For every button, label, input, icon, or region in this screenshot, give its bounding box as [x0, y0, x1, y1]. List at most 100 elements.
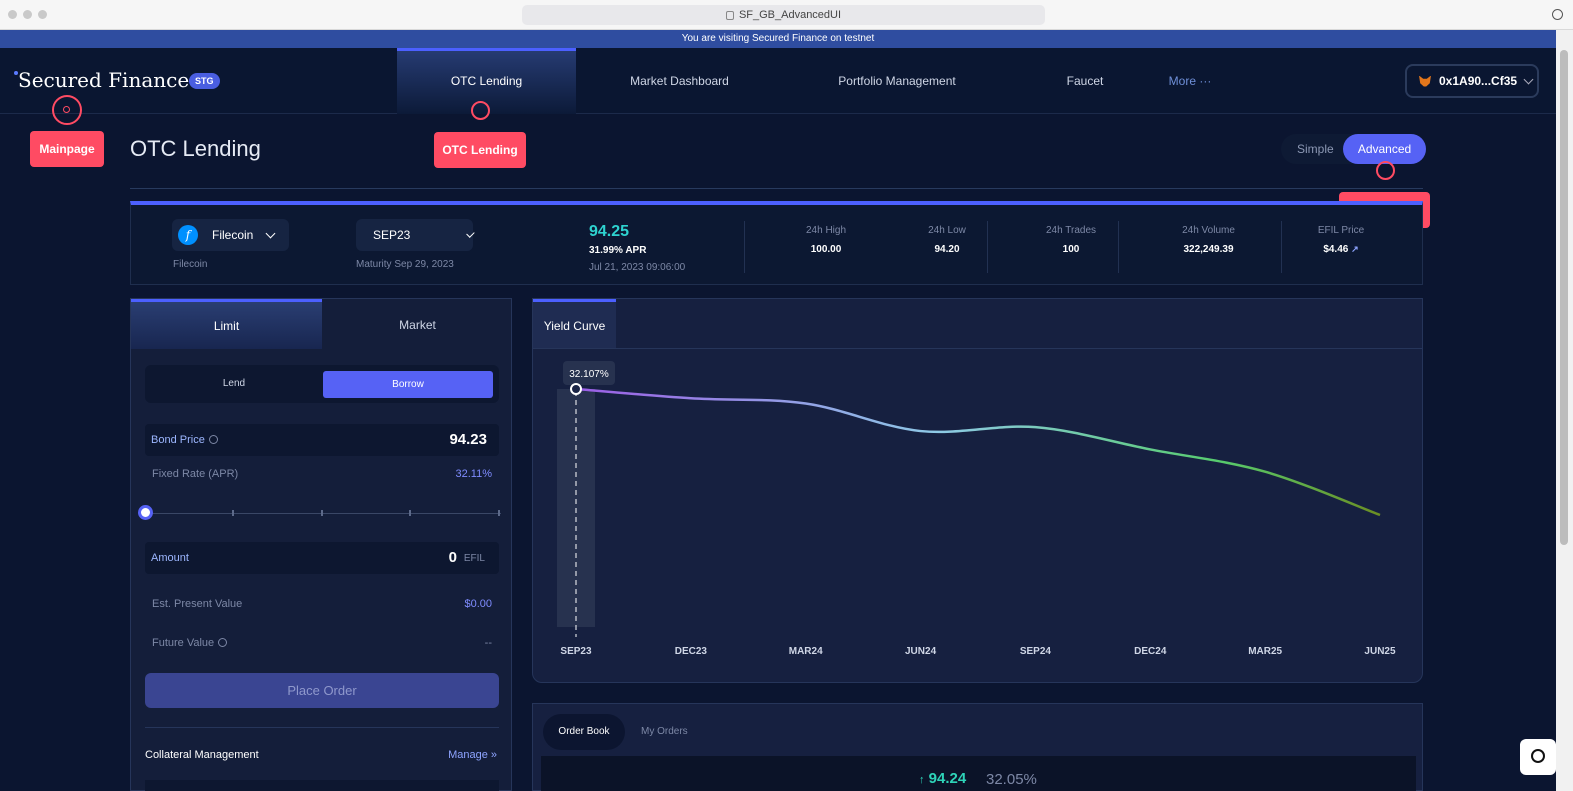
- side-toggle: Lend Borrow: [145, 365, 499, 403]
- maturity-label: SEP23: [373, 228, 411, 242]
- x-tick-label: DEC24: [1134, 646, 1167, 657]
- fixed-rate-value: 32.11%: [455, 468, 493, 480]
- currency-label: Filecoin: [212, 228, 254, 242]
- slider-tick: [498, 510, 500, 516]
- tab-order-book[interactable]: Order Book: [543, 714, 625, 750]
- x-tick-label: JUN25: [1364, 646, 1396, 657]
- yield-curve-panel: Yield Curve 32.107% SEP23 DEC23 MAR24 JUN24…: [532, 298, 1423, 683]
- x-tick-label: SEP24: [1020, 646, 1052, 657]
- borrow-button[interactable]: Borrow: [323, 371, 493, 398]
- mode-toggle[interactable]: Simple Advanced: [1281, 134, 1426, 164]
- last-price-value: 94.24: [928, 770, 967, 787]
- separator: [1118, 221, 1119, 273]
- minimize-dot[interactable]: [23, 10, 32, 19]
- stat-24h-trades: 24h Trades 100: [1041, 225, 1101, 255]
- divider: [130, 188, 1423, 189]
- stat-value: 94.20: [934, 244, 960, 255]
- currency-selector[interactable]: f Filecoin: [172, 219, 289, 251]
- info-icon[interactable]: [208, 435, 218, 444]
- stat-24h-low: 24h Low 94.20: [922, 225, 972, 255]
- pv-label: Est. Present Value: [152, 598, 243, 610]
- lend-button[interactable]: Lend: [145, 365, 323, 403]
- separator: [862, 221, 863, 273]
- x-tick-label: MAR25: [1248, 646, 1282, 657]
- stat-24h-volume: 24h Volume 322,249.39: [1171, 225, 1246, 255]
- scrollbar[interactable]: [1556, 30, 1573, 791]
- chevron-down-icon: [265, 228, 276, 238]
- wallet-button[interactable]: 0x1A90...Cf35: [1405, 64, 1539, 98]
- nav-more[interactable]: More ···: [1165, 48, 1215, 114]
- url-text: SF_GB_AdvancedUI: [738, 9, 842, 21]
- tab-my-orders[interactable]: My Orders: [641, 726, 688, 737]
- fv-label: Future Value: [152, 637, 215, 649]
- info-icon[interactable]: [218, 638, 228, 647]
- support-icon: [1531, 749, 1545, 763]
- nav-faucet[interactable]: Faucet: [1050, 48, 1120, 114]
- x-tick-label: DEC23: [675, 646, 708, 657]
- selected-point[interactable]: [570, 383, 582, 395]
- amount-unit: EFIL: [463, 553, 485, 564]
- logo[interactable]: Secured Finance: [18, 68, 189, 92]
- tab-limit[interactable]: Limit: [131, 299, 322, 349]
- mode-simple[interactable]: Simple: [1297, 142, 1334, 156]
- browser-chrome: SF_GB_AdvancedUI: [0, 0, 1573, 30]
- amount-field[interactable]: Amount 0 EFIL: [145, 542, 499, 574]
- price-slider-handle[interactable]: [138, 505, 153, 520]
- stat-label: 24h Trades: [1045, 225, 1097, 236]
- collateral-label: Collateral Management: [145, 749, 259, 761]
- env-badge: STG: [189, 73, 220, 89]
- separator: [744, 221, 745, 273]
- window-controls[interactable]: [8, 10, 47, 19]
- external-link-icon[interactable]: ↗: [1351, 244, 1359, 254]
- top-nav: Secured Finance STG OTC Lending Market D…: [0, 48, 1556, 114]
- maturity-sub: Maturity Sep 29, 2023: [356, 259, 454, 270]
- stat-value: $4.46 ↗: [1311, 244, 1371, 255]
- price-slider-track[interactable]: [145, 513, 501, 514]
- mode-advanced[interactable]: Advanced: [1343, 134, 1426, 164]
- yield-curve-line: [575, 387, 1381, 517]
- tab-yield-curve[interactable]: Yield Curve: [533, 299, 616, 348]
- close-dot[interactable]: [8, 10, 17, 19]
- manage-link[interactable]: Manage »: [448, 749, 497, 761]
- wallet-address: 0x1A90...Cf35: [1439, 74, 1518, 88]
- market-info-bar: f Filecoin Filecoin SEP23 Maturity Sep 2…: [130, 201, 1423, 285]
- pv-value: $0.00: [464, 598, 492, 610]
- tab-market[interactable]: Market: [322, 299, 513, 349]
- efil-price-value: $4.46: [1323, 244, 1349, 255]
- yield-curve-chart[interactable]: 32.107% SEP23 DEC23 MAR24 JUN24 SEP24 DEC24 MA…: [533, 349, 1422, 683]
- nav-market-dashboard[interactable]: Market Dashboard: [597, 48, 762, 114]
- mainpage-marker-dot: [63, 106, 70, 113]
- maximize-dot[interactable]: [38, 10, 47, 19]
- fixed-rate-row: Fixed Rate (APR) 32.11%: [152, 468, 492, 480]
- bond-price-field[interactable]: Bond Price 94.23: [145, 424, 499, 456]
- stat-value: 100: [1062, 244, 1080, 255]
- currency-sub: Filecoin: [173, 259, 208, 270]
- nav-portfolio-management[interactable]: Portfolio Management: [822, 48, 972, 114]
- bond-price-label: Bond Price: [151, 434, 218, 446]
- help-button[interactable]: [1520, 739, 1556, 775]
- place-order-button[interactable]: Place Order: [145, 673, 499, 708]
- slider-tick: [409, 510, 411, 516]
- maturity-selector[interactable]: SEP23: [356, 219, 475, 251]
- chevron-down-icon: [1523, 74, 1534, 84]
- advanced-marker: [1376, 161, 1395, 180]
- arrow-up-icon: ↑: [919, 774, 925, 786]
- stat-label: EFIL Price: [1317, 225, 1365, 236]
- x-tick-label: JUN24: [905, 646, 937, 657]
- fv-value: --: [484, 637, 492, 649]
- scrollbar-thumb[interactable]: [1560, 50, 1568, 545]
- stat-24h-high: 24h High 100.00: [801, 225, 851, 255]
- x-tick-label: SEP23: [560, 646, 592, 657]
- callout-mainpage: Mainpage: [30, 131, 104, 167]
- metamask-icon: [1419, 75, 1431, 87]
- slider-tick: [321, 510, 323, 516]
- theme-icon[interactable]: [1552, 9, 1563, 20]
- stat-efil-price: EFIL Price $4.46 ↗: [1311, 225, 1371, 255]
- amount-value[interactable]: 0: [449, 549, 457, 566]
- stat-value: 322,249.39: [1183, 244, 1234, 255]
- market-timestamp: Jul 21, 2023 09:06:00: [589, 262, 686, 273]
- separator: [1281, 221, 1282, 273]
- amount-label: Amount: [151, 552, 189, 564]
- address-bar[interactable]: SF_GB_AdvancedUI: [522, 5, 1045, 25]
- bond-price-value[interactable]: 94.23: [449, 431, 487, 448]
